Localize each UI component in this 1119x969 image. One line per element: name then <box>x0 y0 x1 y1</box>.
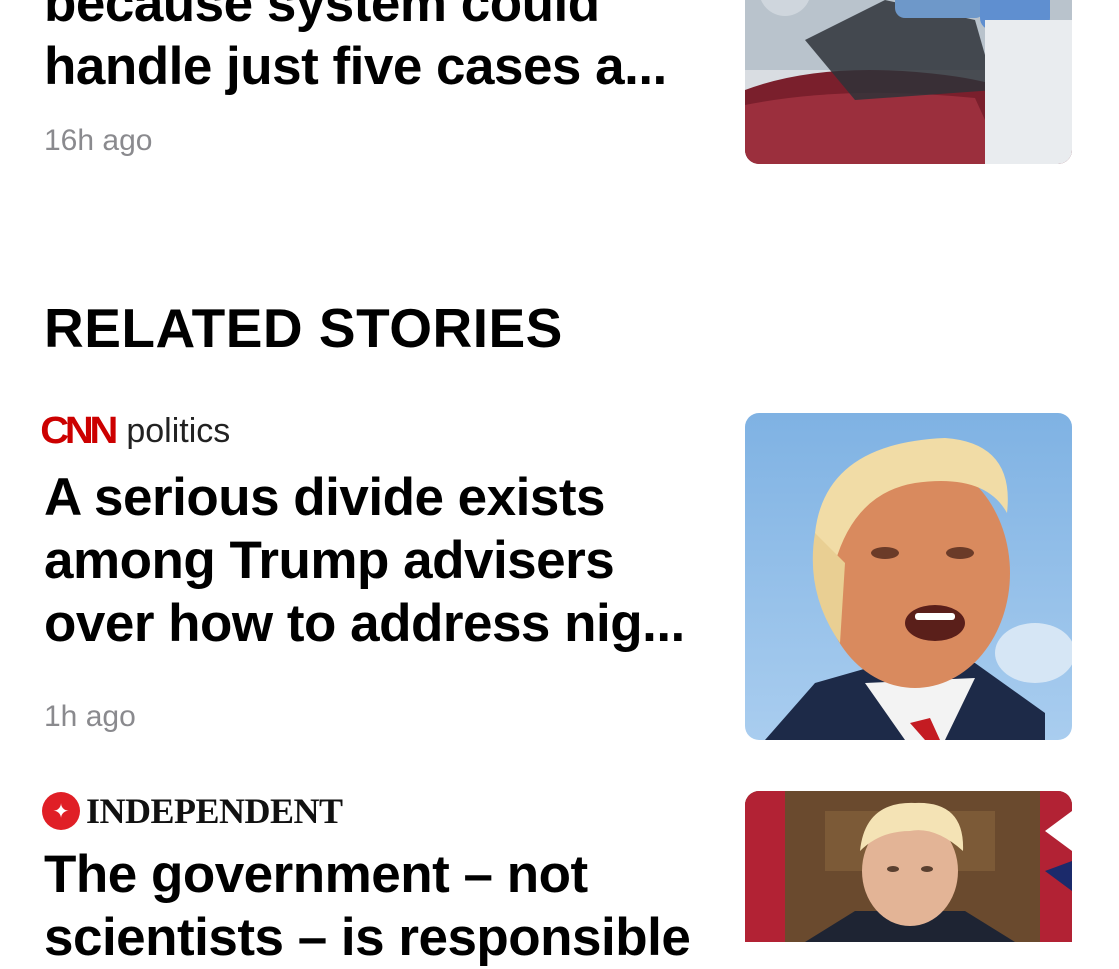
story-headline: A serious divide exists among Trump advi… <box>44 468 685 653</box>
trump-portrait-photo-icon <box>745 413 1072 740</box>
independent-logo-icon: INDEPENDENT <box>86 791 343 831</box>
eagle-icon: ✦ <box>42 792 80 830</box>
boris-johnson-photo-icon <box>745 791 1072 942</box>
source-section: politics <box>126 411 231 450</box>
story-thumbnail[interactable] <box>745 791 1072 942</box>
story-headline: The government – not scientists – is res… <box>44 845 691 967</box>
source-logo: ✦ INDEPENDENT <box>42 790 343 832</box>
section-title: RELATED STORIES <box>44 297 563 359</box>
story-thumbnail[interactable] <box>745 413 1072 740</box>
cnn-logo-icon: CNN <box>40 409 118 452</box>
story-headline: because system could handle just five ca… <box>44 0 667 96</box>
covid-testing-photo-icon <box>745 0 1072 164</box>
story-timestamp: 16h ago <box>44 124 153 157</box>
story-thumbnail[interactable] <box>745 0 1072 164</box>
source-logo: CNN politics <box>40 408 231 454</box>
story-timestamp: 1h ago <box>44 700 136 733</box>
